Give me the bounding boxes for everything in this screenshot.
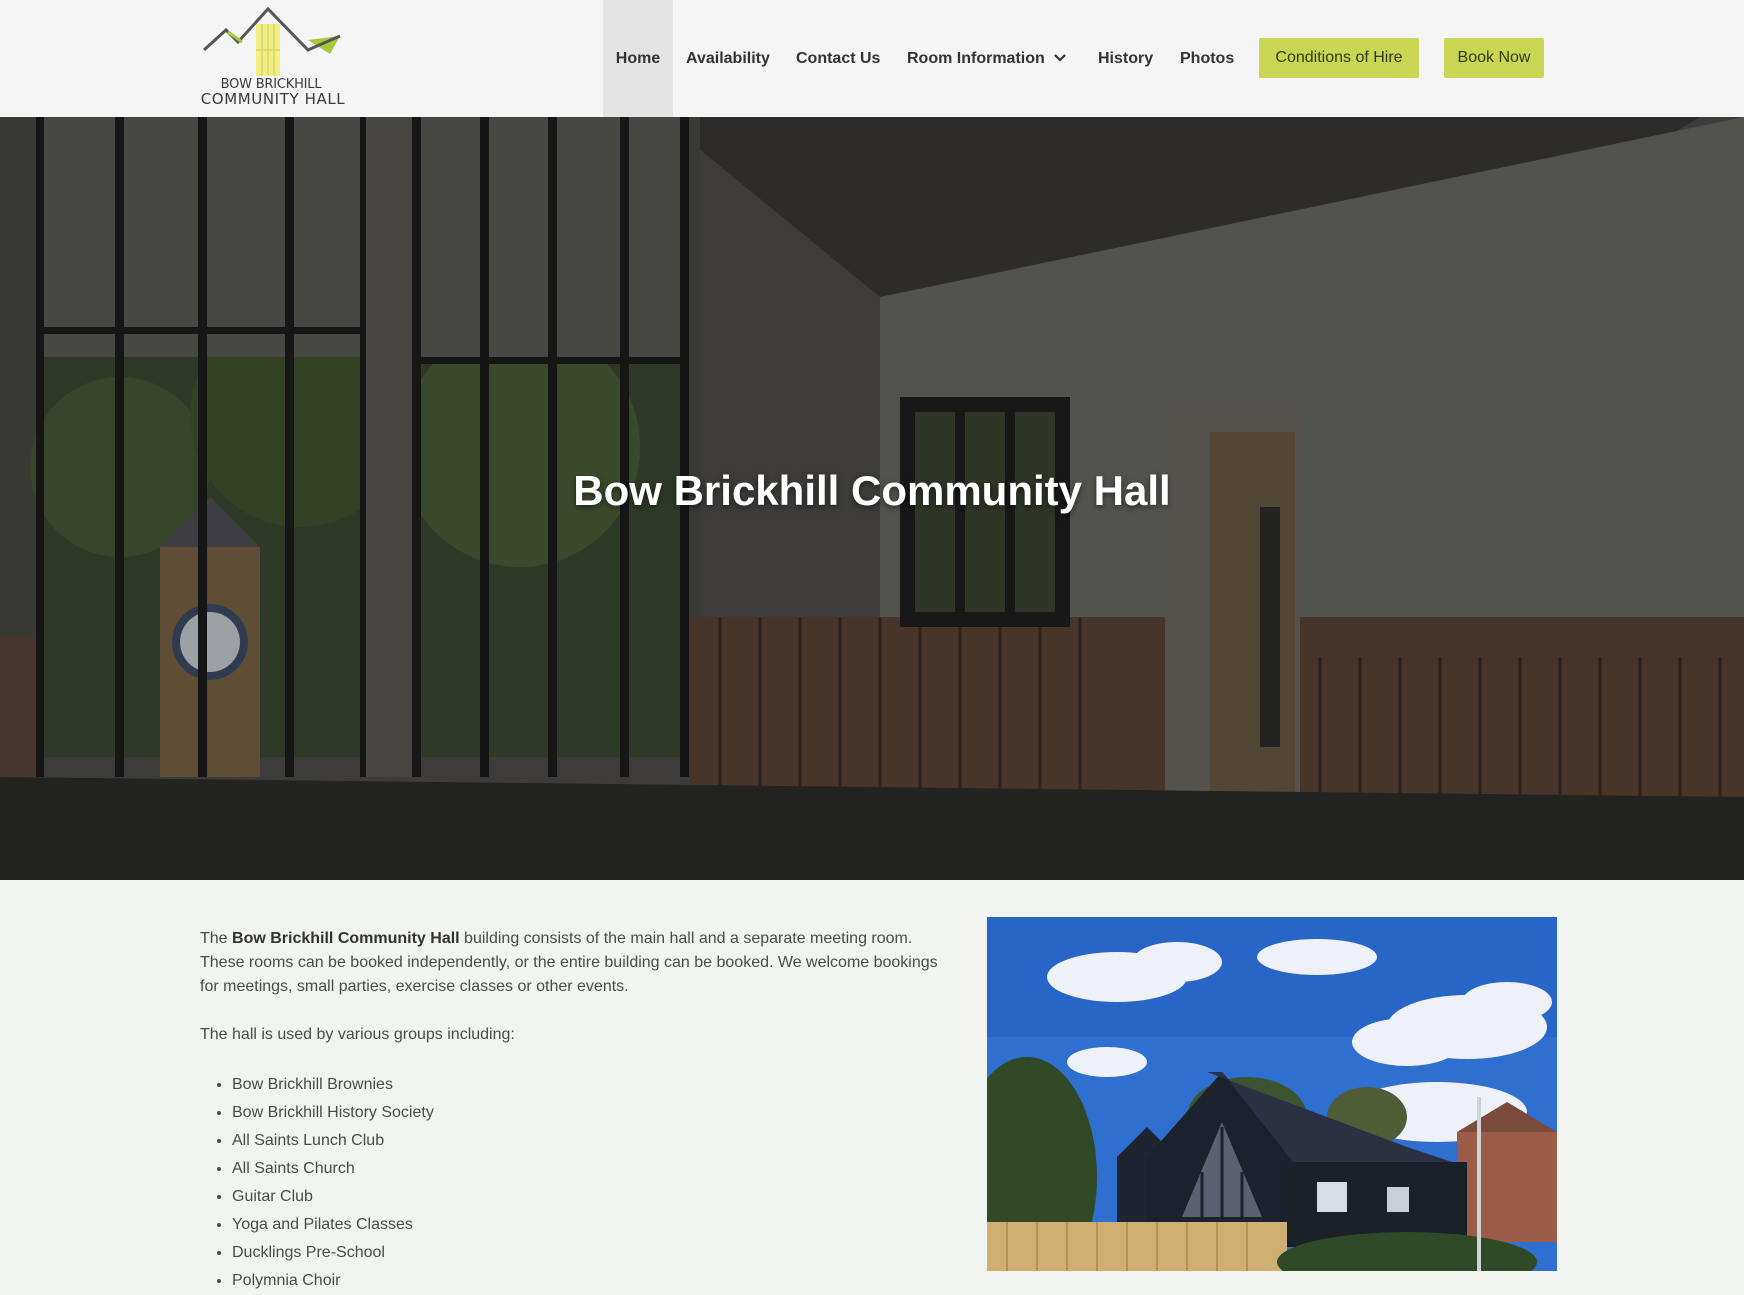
chevron-down-icon: [1053, 0, 1067, 117]
hall-name: Bow Brickhill Community Hall: [232, 930, 460, 947]
list-item: Bow Brickhill Brownies: [232, 1071, 960, 1099]
list-item: All Saints Lunch Club: [232, 1127, 960, 1155]
nav-contact-us[interactable]: Contact Us: [796, 0, 880, 117]
nav-room-information-label: Room Information: [907, 50, 1045, 67]
hall-exterior-photo: [987, 917, 1557, 1271]
logo-text-line2: COMMUNITY HALL: [200, 90, 346, 108]
nav-photos[interactable]: Photos: [1180, 0, 1234, 117]
list-item: All Saints Church: [232, 1155, 960, 1183]
list-item: Polymnia Choir: [232, 1267, 960, 1295]
intro-paragraph: The Bow Brickhill Community Hall buildin…: [200, 927, 960, 999]
conditions-of-hire-button[interactable]: Conditions of Hire: [1259, 38, 1419, 78]
nav-history[interactable]: History: [1098, 0, 1153, 117]
groups-heading: The hall is used by various groups inclu…: [200, 1026, 515, 1043]
book-now-button[interactable]: Book Now: [1444, 38, 1544, 78]
intro-prefix: The: [200, 930, 233, 947]
list-item: Bow Brickhill History Society: [232, 1099, 960, 1127]
list-item: Yoga and Pilates Classes: [232, 1211, 960, 1239]
list-item: Ducklings Pre-School: [232, 1239, 960, 1267]
logo-roof-icon: [202, 6, 341, 76]
nav-room-information[interactable]: Room Information: [907, 0, 1067, 117]
hero-title: Bow Brickhill Community Hall: [573, 467, 1171, 514]
site-header: BOW BRICKHILL COMMUNITY HALL Home Availa…: [0, 0, 1744, 117]
intro-section: The Bow Brickhill Community Hall buildin…: [200, 927, 960, 1295]
site-logo[interactable]: BOW BRICKHILL COMMUNITY HALL: [198, 6, 348, 110]
nav-home[interactable]: Home: [603, 0, 673, 117]
list-item: Guitar Club: [232, 1183, 960, 1211]
nav-availability[interactable]: Availability: [686, 0, 770, 117]
hero-banner: Bow Brickhill Community Hall: [0, 117, 1744, 880]
groups-list: Bow Brickhill Brownies Bow Brickhill His…: [200, 1071, 960, 1295]
